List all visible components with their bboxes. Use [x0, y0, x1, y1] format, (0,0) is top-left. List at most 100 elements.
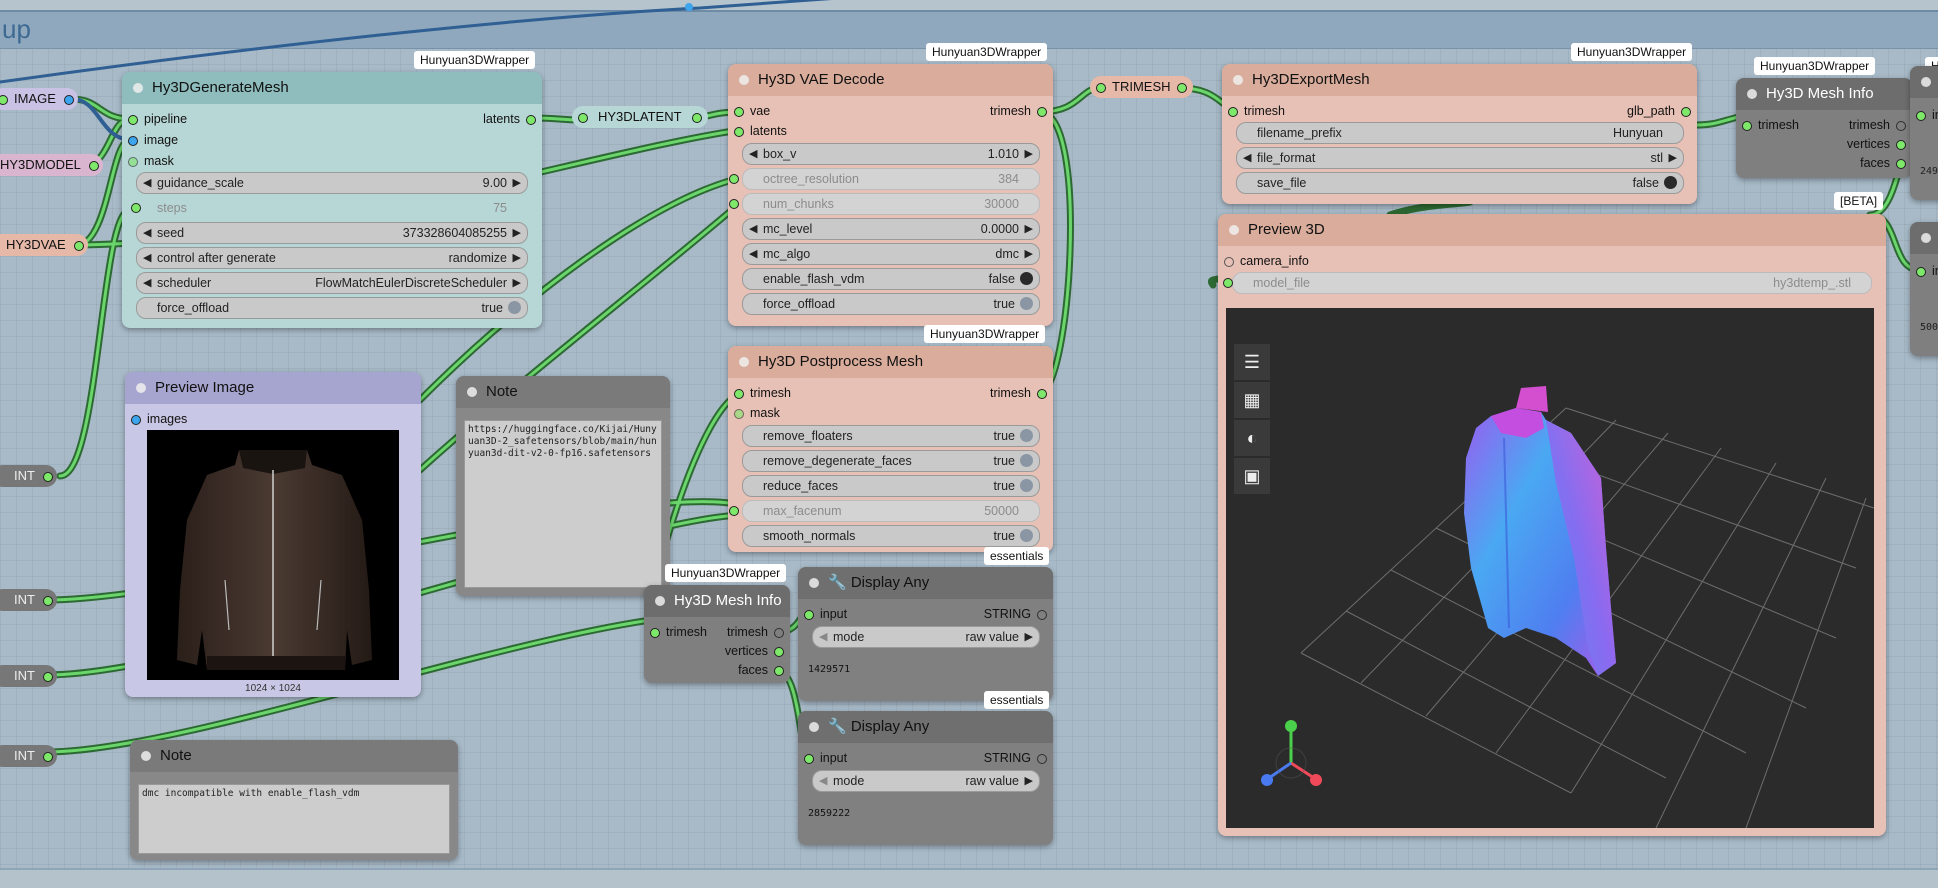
menu-icon[interactable]: ☰	[1234, 344, 1270, 380]
mesh-info-mid-title-bar[interactable]: Hy3D Mesh Info	[644, 585, 790, 617]
collapse-dot-icon[interactable]	[739, 357, 749, 367]
collapse-dot-icon[interactable]	[133, 83, 143, 93]
display-any-2-input[interactable]: input	[804, 749, 847, 767]
right-edge-node-2[interactable]: in 500	[1910, 222, 1938, 356]
int-reroute-4[interactable]: INT	[0, 745, 57, 767]
seed-widget[interactable]: ◀ seed 373328604085255 ▶	[136, 222, 528, 244]
graph-canvas[interactable]: up IMAGE HY3DMODEL HY3DVAE INT INT INT I…	[0, 0, 1938, 888]
increment-arrow-icon[interactable]: ▶	[1669, 148, 1677, 168]
box-v-widget[interactable]: ◀ box_v 1.010 ▶	[742, 143, 1040, 165]
right-edge-node-2-title[interactable]	[1910, 222, 1938, 254]
decrement-arrow-icon[interactable]: ◀	[143, 173, 151, 193]
display-any-2-title-bar[interactable]: 🔧 Display Any	[798, 711, 1053, 743]
collapse-dot-icon[interactable]	[136, 383, 146, 393]
collapse-dot-icon[interactable]	[1747, 89, 1757, 99]
trimesh-reroute[interactable]: TRIMESH	[1090, 76, 1193, 98]
increment-arrow-icon[interactable]: ▶	[513, 223, 521, 243]
collapse-dot-icon[interactable]	[1229, 225, 1239, 235]
smooth-normals-widget[interactable]: smooth_normals true	[742, 525, 1040, 547]
input-camera-info[interactable]: camera_info	[1224, 252, 1309, 270]
mesh-info-mid-out-faces[interactable]: faces	[738, 661, 784, 679]
export-input-trimesh[interactable]: trimesh	[1228, 102, 1285, 120]
display-any-2-node[interactable]: 🔧 Display Any input STRING ◀ mode raw valu…	[798, 711, 1053, 845]
collapse-dot-icon[interactable]	[1921, 233, 1931, 243]
collapse-dot-icon[interactable]	[655, 596, 665, 606]
generate-mesh-node[interactable]: Hy3DGenerateMesh pipeline image mask lat…	[122, 72, 542, 328]
filename-prefix-widget[interactable]: filename_prefix Hunyuan	[1236, 122, 1684, 144]
save-file-widget[interactable]: save_file false	[1236, 172, 1684, 194]
collapse-dot-icon[interactable]	[1233, 75, 1243, 85]
mesh-info-top-input[interactable]: trimesh	[1742, 116, 1799, 134]
increment-arrow-icon[interactable]: ▶	[1025, 219, 1033, 239]
note-2-title-bar[interactable]: Note	[130, 740, 458, 772]
note-2-text[interactable]: dmc incompatible with enable_flash_vdm	[138, 784, 450, 854]
control-after-generate-widget[interactable]: ◀ control after generate randomize ▶	[136, 247, 528, 269]
decrement-arrow-icon[interactable]: ◀	[1243, 148, 1251, 168]
file-format-widget[interactable]: ◀ file_format stl ▶	[1236, 147, 1684, 169]
decrement-arrow-icon[interactable]: ◀	[819, 627, 827, 647]
remove-floaters-widget[interactable]: remove_floaters true	[742, 425, 1040, 447]
int-reroute-1[interactable]: INT	[0, 465, 57, 487]
increment-arrow-icon[interactable]: ▶	[1025, 244, 1033, 264]
postprocess-output-trimesh[interactable]: trimesh	[990, 384, 1047, 402]
int-reroute-2[interactable]: INT	[0, 589, 57, 611]
collapse-dot-icon[interactable]	[809, 722, 819, 732]
toggle-icon[interactable]	[1020, 454, 1033, 467]
mesh-info-mid-out-vertices[interactable]: vertices	[725, 642, 784, 660]
display-any-1-mode-widget[interactable]: ◀ mode raw value ▶	[812, 626, 1040, 648]
decrement-arrow-icon[interactable]: ◀	[143, 248, 151, 268]
postprocess-title-bar[interactable]: Hy3D Postprocess Mesh	[728, 346, 1053, 378]
palette-icon[interactable]: ◐	[1234, 420, 1270, 456]
preview3d-node[interactable]: Preview 3D camera_info model_file hy3dtem…	[1218, 214, 1886, 836]
reduce-faces-widget[interactable]: reduce_faces true	[742, 475, 1040, 497]
decrement-arrow-icon[interactable]: ◀	[819, 771, 827, 791]
int-reroute-3[interactable]: INT	[0, 665, 57, 687]
preview3d-title-bar[interactable]: Preview 3D	[1218, 214, 1886, 246]
right-edge-input-1[interactable]: in	[1916, 106, 1938, 124]
toggle-icon[interactable]	[1020, 297, 1033, 310]
preview-image-node[interactable]: Preview Image images 1024 × 1024	[125, 372, 421, 697]
enable-flash-vdm-widget[interactable]: enable_flash_vdm false	[742, 268, 1040, 290]
collapse-dot-icon[interactable]	[1921, 77, 1931, 87]
note-1-text[interactable]: https://huggingface.co/Kijai/Hunyuan3D-2…	[464, 420, 662, 588]
export-mesh-title-bar[interactable]: Hy3DExportMesh	[1222, 64, 1697, 96]
decrement-arrow-icon[interactable]: ◀	[143, 223, 151, 243]
note-1-title-bar[interactable]: Note	[456, 376, 670, 408]
increment-arrow-icon[interactable]: ▶	[513, 248, 521, 268]
export-mesh-node[interactable]: Hy3DExportMesh trimesh glb_path filename…	[1222, 64, 1697, 204]
postprocess-input-trimesh[interactable]: trimesh	[734, 384, 791, 402]
right-edge-node-1-title[interactable]	[1910, 66, 1938, 98]
input-image[interactable]: image	[128, 131, 178, 149]
increment-arrow-icon[interactable]: ▶	[513, 173, 521, 193]
note-node-2[interactable]: Note dmc incompatible with enable_flash_…	[130, 740, 458, 860]
note-node-1[interactable]: Note https://huggingface.co/Kijai/Hunyua…	[456, 376, 670, 596]
guidance-scale-widget[interactable]: ◀ guidance_scale 9.00 ▶	[136, 172, 528, 194]
output-trimesh[interactable]: trimesh	[990, 102, 1047, 120]
mc-level-widget[interactable]: ◀ mc_level 0.0000 ▶	[742, 218, 1040, 240]
output-glb-path[interactable]: glb_path	[1627, 102, 1691, 120]
toggle-icon[interactable]	[1664, 176, 1677, 189]
preview-image-display[interactable]	[147, 430, 399, 680]
hy3dvae-reroute[interactable]: HY3DVAE	[0, 234, 88, 256]
display-any-1-node[interactable]: 🔧 Display Any input STRING ◀ mode raw valu…	[798, 567, 1053, 701]
octree-resolution-widget[interactable]: octree_resolution 384	[729, 168, 1040, 190]
hy3dlatent-reroute[interactable]: HY3DLATENT	[572, 106, 708, 128]
decrement-arrow-icon[interactable]: ◀	[749, 144, 757, 164]
toggle-icon[interactable]	[1020, 479, 1033, 492]
mesh-info-top-out-vertices[interactable]: vertices	[1847, 135, 1906, 153]
3d-viewport[interactable]: ☰ ▦ ◐ ▣	[1226, 308, 1874, 828]
preview-image-title-bar[interactable]: Preview Image	[125, 372, 421, 404]
decrement-arrow-icon[interactable]: ◀	[749, 244, 757, 264]
right-edge-node-1[interactable]: in 249	[1910, 66, 1938, 200]
max-facenum-widget[interactable]: max_facenum 50000	[729, 500, 1040, 522]
vae-force-offload-widget[interactable]: force_offload true	[742, 293, 1040, 315]
right-edge-input-2[interactable]: in	[1916, 262, 1938, 280]
collapse-dot-icon[interactable]	[739, 75, 749, 85]
mesh-info-mid-node[interactable]: Hy3D Mesh Info trimesh trimesh vertices …	[644, 585, 790, 683]
image-reroute[interactable]: IMAGE	[0, 88, 78, 110]
toggle-icon[interactable]	[1020, 272, 1033, 285]
image-icon[interactable]: ▣	[1234, 458, 1270, 494]
num-chunks-widget[interactable]: num_chunks 30000	[729, 193, 1040, 215]
display-any-2-mode-widget[interactable]: ◀ mode raw value ▶	[812, 770, 1040, 792]
increment-arrow-icon[interactable]: ▶	[1025, 627, 1033, 647]
